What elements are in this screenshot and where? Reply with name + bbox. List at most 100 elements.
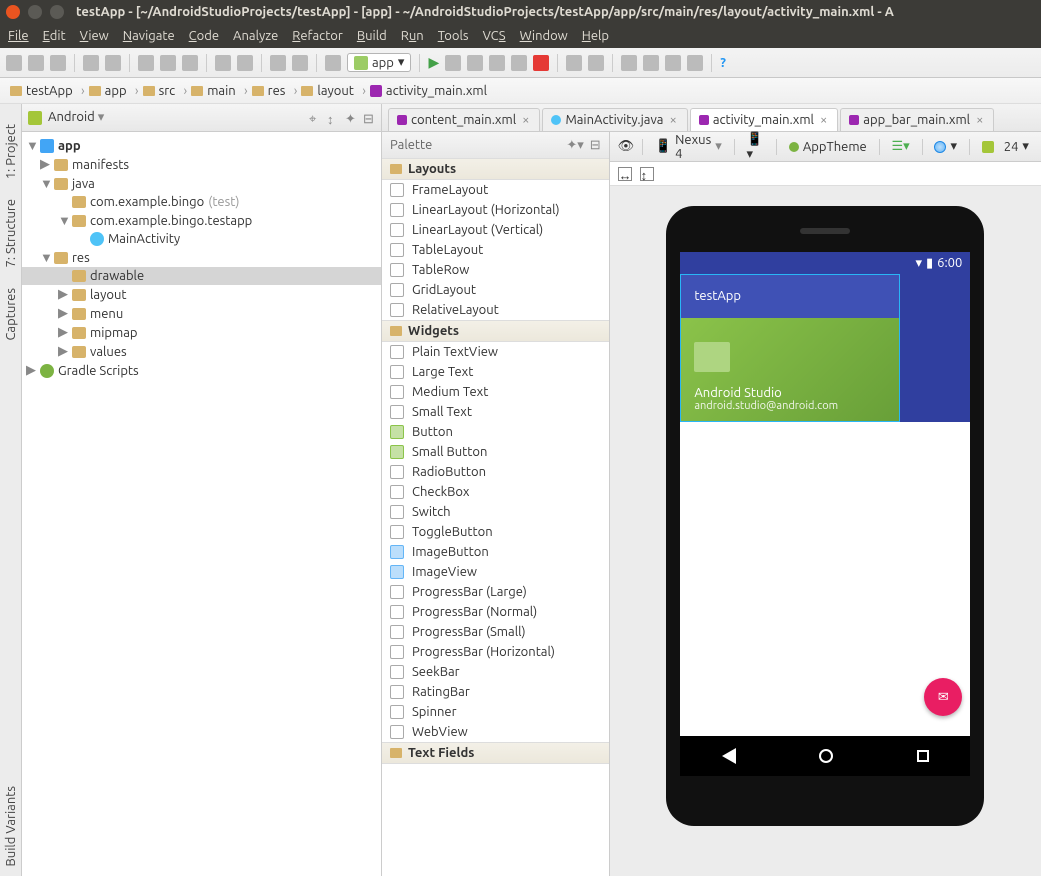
- palette-item-gridlayout[interactable]: GridLayout: [382, 280, 609, 300]
- project-tree[interactable]: ▼app▶manifests▼javacom.example.bingo (te…: [22, 132, 381, 876]
- window-close-button[interactable]: [6, 5, 20, 19]
- sdk-manager-icon[interactable]: [588, 55, 604, 71]
- gear-icon[interactable]: ✦: [345, 112, 357, 124]
- nav-home-icon[interactable]: [819, 749, 833, 763]
- palette-item-webview[interactable]: WebView: [382, 722, 609, 742]
- undo-icon[interactable]: [83, 55, 99, 71]
- scroll-to-source-icon[interactable]: ⌖: [309, 112, 321, 124]
- tree-node-res[interactable]: ▼res: [22, 248, 381, 267]
- run-config-selector[interactable]: app ▾: [347, 53, 411, 72]
- palette-item-linearlayout-vertical-[interactable]: LinearLayout (Vertical): [382, 220, 609, 240]
- api-selector[interactable]: 24▾: [978, 138, 1033, 155]
- orientation-selector[interactable]: 📱▾: [743, 131, 769, 163]
- nav-recent-icon[interactable]: [917, 750, 929, 762]
- tree-node-mipmap[interactable]: ▶mipmap: [22, 323, 381, 342]
- tree-node-drawable[interactable]: drawable: [22, 267, 381, 285]
- tree-node-values[interactable]: ▶values: [22, 342, 381, 361]
- tool-tab-project[interactable]: 1: Project: [4, 124, 18, 179]
- save-icon[interactable]: [28, 55, 44, 71]
- menu-edit[interactable]: Edit: [43, 29, 66, 43]
- close-tab-icon[interactable]: ×: [818, 113, 829, 127]
- palette-item-switch[interactable]: Switch: [382, 502, 609, 522]
- run-button[interactable]: ▶: [428, 54, 439, 71]
- editor-tab-mainactivity-java[interactable]: MainActivity.java×: [542, 108, 687, 131]
- crumb-layout[interactable]: layout: [295, 84, 363, 98]
- menu-tools[interactable]: Tools: [438, 29, 469, 43]
- zoom-icon[interactable]: ↕: [640, 167, 654, 181]
- crumb-res[interactable]: res: [246, 84, 296, 98]
- paste-icon[interactable]: [182, 55, 198, 71]
- tree-node-app[interactable]: ▼app: [22, 136, 381, 155]
- redo-icon[interactable]: [105, 55, 121, 71]
- close-tab-icon[interactable]: ×: [974, 113, 985, 127]
- window-minimize-button[interactable]: [28, 5, 42, 19]
- menu-file[interactable]: File: [8, 29, 29, 43]
- attach-debugger-icon[interactable]: [489, 55, 505, 71]
- sync-icon[interactable]: [50, 55, 66, 71]
- palette-item-progressbar-normal-[interactable]: ProgressBar (Normal): [382, 602, 609, 622]
- palette-item-spinner[interactable]: Spinner: [382, 702, 609, 722]
- device-selector[interactable]: 📱 Nexus 4▾: [651, 132, 726, 162]
- tree-node-mainactivity[interactable]: MainActivity: [22, 230, 381, 248]
- android-monitor-icon[interactable]: [621, 55, 637, 71]
- menu-build[interactable]: Build: [357, 29, 387, 43]
- tool-tab-build-variants[interactable]: Build Variants: [4, 786, 18, 866]
- close-tab-icon[interactable]: ×: [667, 113, 678, 127]
- menu-window[interactable]: Window: [520, 29, 568, 43]
- config-selector[interactable]: ☰▾: [888, 138, 914, 155]
- palette-item-progressbar-horizontal-[interactable]: ProgressBar (Horizontal): [382, 642, 609, 662]
- cut-icon[interactable]: [138, 55, 154, 71]
- stop-icon[interactable]: [533, 55, 549, 71]
- design-canvas[interactable]: ▾ ▮ 6:00 testApp Android Studio: [610, 186, 1041, 876]
- tree-node-menu[interactable]: ▶menu: [22, 304, 381, 323]
- palette-hide-icon[interactable]: ⊟: [590, 138, 601, 153]
- tree-node-com-example-bingo-testapp[interactable]: ▼com.example.bingo.testapp: [22, 211, 381, 230]
- editor-tab-content-main-xml[interactable]: content_main.xml×: [388, 108, 540, 131]
- menu-code[interactable]: Code: [189, 29, 219, 43]
- nav-drawer-body[interactable]: [680, 422, 900, 776]
- palette-group-text-fields[interactable]: Text Fields: [382, 742, 609, 764]
- menu-help[interactable]: Help: [582, 29, 609, 43]
- locale-selector[interactable]: ▾: [930, 138, 961, 155]
- crumb-testapp[interactable]: testApp: [4, 84, 83, 98]
- replace-icon[interactable]: [237, 55, 253, 71]
- palette-item-togglebutton[interactable]: ToggleButton: [382, 522, 609, 542]
- collapse-all-icon[interactable]: ↕: [327, 112, 339, 124]
- crumb-app[interactable]: app: [83, 84, 137, 98]
- palette-item-checkbox[interactable]: CheckBox: [382, 482, 609, 502]
- menu-run[interactable]: Run: [401, 29, 424, 43]
- layout-inspector-icon[interactable]: [643, 55, 659, 71]
- help-icon[interactable]: ?: [720, 56, 726, 70]
- palette-item-relativelayout[interactable]: RelativeLayout: [382, 300, 609, 320]
- find-icon[interactable]: [215, 55, 231, 71]
- palette-item-framelayout[interactable]: FrameLayout: [382, 180, 609, 200]
- close-tab-icon[interactable]: ×: [520, 113, 531, 127]
- avd-manager-icon[interactable]: [566, 55, 582, 71]
- tree-node-layout[interactable]: ▶layout: [22, 285, 381, 304]
- palette-item-progressbar-small-[interactable]: ProgressBar (Small): [382, 622, 609, 642]
- palette-gear-icon[interactable]: ✦▾: [566, 138, 583, 153]
- tree-node-com-example-bingo[interactable]: com.example.bingo (test): [22, 193, 381, 211]
- tree-node-manifests[interactable]: ▶manifests: [22, 155, 381, 174]
- palette-item-imageview[interactable]: ImageView: [382, 562, 609, 582]
- hide-icon[interactable]: ⊟: [363, 112, 375, 124]
- crumb-main[interactable]: main: [185, 84, 245, 98]
- project-view-selector[interactable]: Android ▾: [48, 110, 303, 125]
- palette-list[interactable]: LayoutsFrameLayoutLinearLayout (Horizont…: [382, 158, 609, 876]
- tool-tab-structure[interactable]: 7: Structure: [4, 199, 18, 267]
- theme-selector[interactable]: AppTheme: [785, 139, 871, 155]
- resource-icon[interactable]: [687, 55, 703, 71]
- tree-node-gradle-scripts[interactable]: ▶Gradle Scripts: [22, 361, 381, 380]
- debug-icon[interactable]: [445, 55, 461, 71]
- tool-tab-captures[interactable]: Captures: [4, 288, 18, 341]
- crumb-src[interactable]: src: [137, 84, 186, 98]
- profile-icon[interactable]: [467, 55, 483, 71]
- menu-view[interactable]: View: [80, 29, 109, 43]
- forward-icon[interactable]: [292, 55, 308, 71]
- viewport-icon[interactable]: ↔: [618, 167, 632, 181]
- palette-group-widgets[interactable]: Widgets: [382, 320, 609, 342]
- tree-node-java[interactable]: ▼java: [22, 174, 381, 193]
- palette-item-tablerow[interactable]: TableRow: [382, 260, 609, 280]
- menu-analyze[interactable]: Analyze: [233, 29, 278, 43]
- palette-item-tablelayout[interactable]: TableLayout: [382, 240, 609, 260]
